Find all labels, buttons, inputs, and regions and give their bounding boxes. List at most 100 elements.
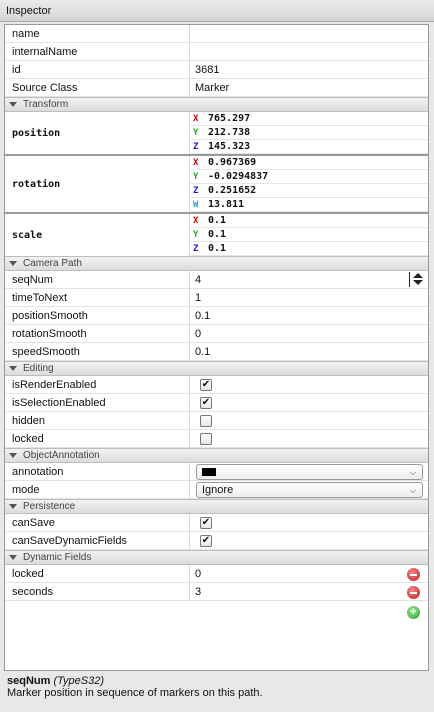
vector-value[interactable]: 0.251652	[208, 185, 256, 196]
rotation-x-field[interactable]: X 0.967369	[190, 156, 428, 170]
y-axis-label: Y	[193, 127, 199, 138]
collapse-arrow-icon[interactable]	[9, 504, 17, 509]
field-label: locked	[5, 430, 190, 447]
vector-value[interactable]: 13.811	[208, 199, 244, 210]
is-selection-enabled-checkbox[interactable]: ✔	[200, 396, 212, 409]
dynamic-field-row[interactable]: locked 0	[5, 565, 428, 583]
section-title: Persistence	[23, 501, 76, 512]
z-axis-label: Z	[193, 141, 199, 152]
field-label: Source Class	[5, 79, 190, 96]
field-row-speed-smooth[interactable]: speedSmooth 0.1	[5, 343, 428, 361]
time-to-next-field[interactable]: 1	[190, 289, 428, 306]
annotation-color-dropdown[interactable]: ⌵	[196, 463, 423, 480]
rotation-z-field[interactable]: Z 0.251652	[190, 184, 428, 198]
section-header-dynamic-fields[interactable]: Dynamic Fields	[5, 550, 428, 565]
field-row-mode[interactable]: mode Ignore ⌵	[5, 481, 428, 499]
position-y-field[interactable]: Y 212.738	[190, 126, 428, 140]
section-header-persistence[interactable]: Persistence	[5, 499, 428, 514]
field-row-can-save-dynamic-fields[interactable]: canSaveDynamicFields ✔	[5, 532, 428, 550]
seq-num-spinner[interactable]	[409, 272, 425, 287]
dynamic-field-row[interactable]: seconds 3	[5, 583, 428, 601]
help-panel: seqNum (TypeS32) Marker position in sequ…	[4, 673, 429, 709]
section-header-camera-path[interactable]: Camera Path	[5, 256, 428, 271]
vector-value[interactable]: -0.0294837	[208, 171, 268, 182]
rotation-smooth-field[interactable]: 0	[190, 325, 428, 342]
field-label: canSave	[5, 514, 190, 531]
vector-value[interactable]: 0.1	[208, 243, 226, 254]
section-header-editing[interactable]: Editing	[5, 361, 428, 376]
internal-name-field[interactable]	[190, 43, 428, 60]
scale-y-field[interactable]: Y 0.1	[190, 228, 428, 242]
rotation-y-field[interactable]: Y -0.0294837	[190, 170, 428, 184]
chevron-down-icon: ⌵	[409, 485, 416, 495]
scale-vector: scale X 0.1 Y 0.1 Z 0.1	[5, 214, 428, 256]
name-field[interactable]	[190, 25, 428, 42]
field-row-time-to-next[interactable]: timeToNext 1	[5, 289, 428, 307]
vector-value[interactable]: 0.1	[208, 215, 226, 226]
collapse-arrow-icon[interactable]	[9, 555, 17, 560]
field-label: speedSmooth	[5, 343, 190, 360]
position-smooth-field[interactable]: 0.1	[190, 307, 428, 324]
field-label: isRenderEnabled	[5, 376, 190, 393]
vector-value[interactable]: 0.1	[208, 229, 226, 240]
field-label: seqNum	[5, 271, 190, 288]
field-row-can-save[interactable]: canSave ✔	[5, 514, 428, 532]
can-save-checkbox[interactable]: ✔	[200, 516, 212, 529]
collapse-arrow-icon[interactable]	[9, 102, 17, 107]
y-axis-label: Y	[193, 229, 199, 240]
dynamic-field-value[interactable]: 3	[195, 586, 201, 598]
is-render-enabled-checkbox[interactable]: ✔	[200, 378, 212, 391]
speed-smooth-field[interactable]: 0.1	[190, 343, 428, 360]
field-row-position-smooth[interactable]: positionSmooth 0.1	[5, 307, 428, 325]
field-row-is-render-enabled[interactable]: isRenderEnabled ✔	[5, 376, 428, 394]
field-row-rotation-smooth[interactable]: rotationSmooth 0	[5, 325, 428, 343]
collapse-arrow-icon[interactable]	[9, 366, 17, 371]
field-row-name[interactable]: name	[5, 25, 428, 43]
y-axis-label: Y	[193, 171, 199, 182]
vector-value[interactable]: 0.967369	[208, 157, 256, 168]
seq-num-value[interactable]: 4	[195, 274, 201, 286]
field-row-annotation[interactable]: annotation ⌵	[5, 463, 428, 481]
mode-dropdown[interactable]: Ignore ⌵	[196, 481, 423, 498]
field-label: isSelectionEnabled	[5, 394, 190, 411]
position-x-field[interactable]: X 765.297	[190, 112, 428, 126]
vector-value[interactable]: 765.297	[208, 113, 250, 124]
field-label: canSaveDynamicFields	[5, 532, 190, 549]
help-field-type: (TypeS32)	[53, 675, 105, 687]
add-field-icon[interactable]: +	[407, 606, 420, 619]
rotation-w-field[interactable]: W 13.811	[190, 198, 428, 212]
field-row-locked[interactable]: locked	[5, 430, 428, 448]
mode-selected-value: Ignore	[202, 483, 234, 496]
vector-value[interactable]: 212.738	[208, 127, 250, 138]
inspector-panel: name internalName id 3681 Source Class M…	[4, 24, 429, 671]
scale-x-field[interactable]: X 0.1	[190, 214, 428, 228]
remove-field-icon[interactable]	[407, 568, 420, 581]
field-row-hidden[interactable]: hidden	[5, 412, 428, 430]
vector-value[interactable]: 145.323	[208, 141, 250, 152]
collapse-arrow-icon[interactable]	[9, 453, 17, 458]
hidden-checkbox[interactable]	[200, 414, 212, 427]
remove-field-icon[interactable]	[407, 586, 420, 599]
section-title: Camera Path	[23, 258, 82, 269]
dynamic-field-value[interactable]: 0	[195, 568, 201, 580]
field-label: seconds	[5, 583, 190, 600]
spinner-down-icon[interactable]	[413, 280, 423, 285]
z-axis-label: Z	[193, 185, 199, 196]
section-header-object-annotation[interactable]: ObjectAnnotation	[5, 448, 428, 463]
x-axis-label: X	[193, 157, 199, 168]
collapse-arrow-icon[interactable]	[9, 261, 17, 266]
field-label: rotationSmooth	[5, 325, 190, 342]
locked-checkbox[interactable]	[200, 432, 212, 445]
field-row-internal-name[interactable]: internalName	[5, 43, 428, 61]
seq-num-field[interactable]: 4	[190, 271, 428, 288]
chevron-down-icon: ⌵	[409, 467, 416, 477]
spinner-up-icon[interactable]	[413, 273, 423, 278]
section-header-transform[interactable]: Transform	[5, 97, 428, 112]
field-row-seq-num[interactable]: seqNum 4	[5, 271, 428, 289]
field-row-is-selection-enabled[interactable]: isSelectionEnabled ✔	[5, 394, 428, 412]
scale-z-field[interactable]: Z 0.1	[190, 242, 428, 256]
field-label: name	[5, 25, 190, 42]
can-save-dynamic-fields-checkbox[interactable]: ✔	[200, 534, 212, 547]
z-axis-label: Z	[193, 243, 199, 254]
position-z-field[interactable]: Z 145.323	[190, 140, 428, 154]
